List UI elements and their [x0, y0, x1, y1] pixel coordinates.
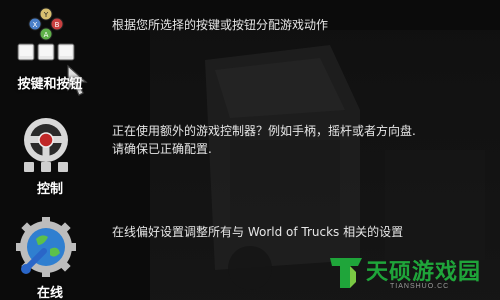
globe-wrench-icon — [16, 217, 76, 277]
gamepad-b-glyph: B — [55, 21, 60, 29]
watermark-logo: 天硕游戏园 TIANSHUO.CC — [322, 250, 498, 298]
menu-description-control-line2: 请确保已正确配置. — [112, 142, 212, 156]
steering-wheel-icon — [24, 118, 68, 172]
gamepad-a-glyph: A — [44, 31, 49, 39]
watermark-t-logo-icon — [330, 258, 362, 288]
key-bindings-icon: Y X B A — [17, 7, 75, 61]
menu-label-control: 控制 — [36, 182, 63, 197]
watermark-subtext: TIANSHUO.CC — [390, 283, 450, 290]
menu-description-control-line1: 正在使用额外的游戏控制器？例如手柄，摇杆或者方向盘. — [112, 124, 416, 138]
menu-description-control: 正在使用额外的游戏控制器？例如手柄，摇杆或者方向盘. 请确保已正确配置. — [112, 122, 482, 158]
gamepad-y-glyph: Y — [43, 11, 49, 19]
menu-item-control[interactable]: 控制 正在使用额外的游戏控制器？例如手柄，摇杆或者方向盘. 请确保已正确配置. — [0, 100, 500, 197]
watermark-text: 天硕游戏园 — [366, 260, 482, 285]
menu-label-keys: 按键和按钮 — [17, 77, 83, 92]
menu-label-online: 在线 — [36, 286, 63, 300]
gamepad-x-glyph: X — [33, 21, 38, 29]
menu-description-keys: 根据您所选择的按键或按钮分配游戏动作 — [112, 18, 329, 32]
menu-item-keys-buttons[interactable]: Y X B A 按键和按钮 根据您所选择的按键或按钮分配游戏动作 — [0, 0, 500, 96]
menu-description-online: 在线偏好设置调整所有与 World of Trucks 相关的设置 — [112, 225, 404, 239]
